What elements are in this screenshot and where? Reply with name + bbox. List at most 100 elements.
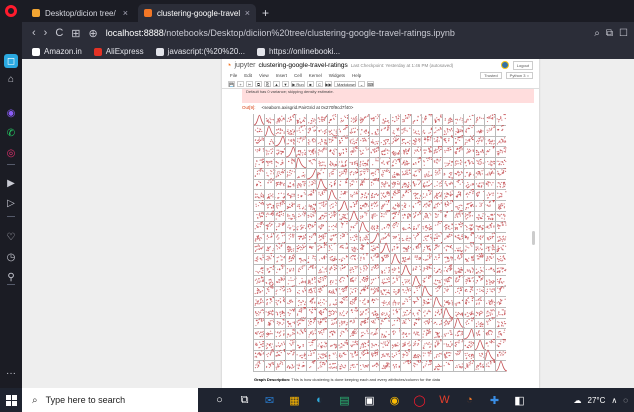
scatter-point: [447, 235, 449, 237]
tab-clustering-notebook[interactable]: clustering-google-travel-ra ×: [138, 4, 256, 22]
scatter-point: [438, 118, 440, 120]
snapshot-icon[interactable]: ⧉: [606, 28, 613, 39]
menu-item-file[interactable]: File: [230, 73, 237, 78]
scatter-point: [290, 249, 292, 251]
scatter-point: [429, 151, 431, 153]
scatter-point: [381, 207, 383, 209]
bookmark-aliexpress[interactable]: AliExpress: [93, 47, 144, 56]
tab-close-icon[interactable]: ×: [245, 8, 250, 18]
scatter-point: [433, 239, 435, 241]
paste-icon[interactable]: ⎘: [264, 81, 271, 87]
jupyter-brand[interactable]: jupyter: [234, 62, 255, 69]
scatter-point: [269, 195, 271, 197]
bookmark-onlinebooking[interactable]: https://onlinebooki...: [256, 47, 340, 56]
move-up-icon[interactable]: ▲: [273, 81, 280, 87]
scatter-point: [460, 147, 462, 149]
bookmark-amazon[interactable]: Amazon.in: [32, 47, 82, 56]
reload-icon[interactable]: C: [55, 27, 63, 39]
move-down-icon[interactable]: ▼: [282, 81, 289, 87]
menu-item-view[interactable]: View: [259, 73, 269, 78]
menu-item-edit[interactable]: Edit: [244, 73, 252, 78]
kernel-indicator[interactable]: Python 3 ○: [505, 72, 533, 79]
speed-dial-icon[interactable]: ⊞: [71, 27, 80, 40]
scatter-point: [492, 194, 494, 196]
heart-icon[interactable]: ♡: [4, 230, 18, 244]
scatter-point: [359, 238, 361, 240]
opera-menu-icon[interactable]: [0, 0, 22, 22]
scatter-point: [467, 217, 469, 219]
menu-item-kernel[interactable]: Kernel: [309, 73, 322, 78]
scatter-point: [286, 175, 288, 177]
scatter-point: [376, 159, 378, 162]
easy-setup-icon[interactable]: ☐: [619, 28, 628, 39]
scatter-point: [322, 224, 324, 226]
scatter-point: [426, 193, 428, 195]
search-icon[interactable]: ⌕: [594, 28, 600, 39]
scatter-point: [333, 243, 335, 245]
scatter-point: [376, 194, 378, 196]
scatter-point: [258, 248, 260, 251]
messenger-icon[interactable]: ◉: [4, 106, 18, 120]
player-icon[interactable]: ▶: [4, 176, 18, 190]
scatter-point: [478, 172, 481, 175]
scatter-point: [455, 205, 457, 207]
scatter-point: [417, 184, 419, 186]
scatter-point: [447, 128, 449, 130]
cell-type-chevron-icon[interactable]: ⌄: [358, 81, 365, 87]
menu-item-cell[interactable]: Cell: [294, 73, 302, 78]
scatter-point: [363, 130, 365, 133]
bookmark-javascript[interactable]: javascript:(%20%20...: [155, 47, 245, 56]
more-icon[interactable]: ···: [4, 366, 18, 380]
trusted-badge[interactable]: Trusted: [480, 72, 502, 79]
restart-icon[interactable]: C: [316, 81, 323, 87]
scatter-point: [444, 129, 446, 132]
notebook-title[interactable]: clustering-google-travel-ratings: [258, 62, 347, 69]
restart-run-all-icon[interactable]: ▶▶: [325, 81, 332, 87]
scatter-point: [500, 119, 502, 121]
tab-desktop-dicion-tree[interactable]: Desktop/dicion tree/ ×: [26, 4, 134, 22]
scatter-point: [428, 185, 430, 187]
scatter-point: [375, 214, 378, 217]
scatter-point: [296, 130, 298, 132]
run-button[interactable]: ▶ Run: [291, 81, 305, 87]
logout-button[interactable]: Logout: [512, 60, 533, 70]
forward-icon[interactable]: ›: [44, 27, 48, 39]
scatter-point: [424, 117, 426, 119]
scatter-point: [281, 199, 283, 201]
send-icon[interactable]: ▷: [4, 196, 18, 210]
scatter-point: [280, 132, 282, 134]
instagram-icon[interactable]: ◎: [4, 146, 18, 160]
scatter-point: [268, 117, 271, 119]
scatter-point: [426, 214, 429, 217]
interrupt-icon[interactable]: ■: [307, 81, 314, 87]
scatter-point: [321, 191, 323, 193]
save-icon[interactable]: 💾: [228, 81, 235, 87]
copy-icon[interactable]: ⧉: [255, 81, 262, 87]
site-info-icon[interactable]: ⊕: [89, 27, 98, 40]
scatter-point: [418, 133, 420, 135]
whatsapp-icon[interactable]: ✆: [4, 126, 18, 140]
scatter-point: [354, 130, 356, 133]
url-field[interactable]: localhost:8888/notebooks/Desktop/diciion…: [106, 28, 455, 38]
back-icon[interactable]: ‹: [32, 27, 36, 39]
history-icon[interactable]: ◷: [4, 250, 18, 264]
scatter-point: [427, 217, 430, 219]
scatter-point: [340, 121, 342, 123]
cell-type-select[interactable]: Markdown: [334, 81, 356, 87]
menu-item-widgets[interactable]: Widgets: [329, 73, 345, 78]
home-icon[interactable]: ⌂: [4, 72, 18, 86]
new-tab-button[interactable]: +: [262, 4, 269, 22]
scatter-point: [332, 164, 334, 166]
insert-cell-icon[interactable]: +: [237, 81, 244, 87]
scatter-point: [392, 164, 394, 167]
menu-item-insert[interactable]: Insert: [276, 73, 287, 78]
scatter-point: [308, 160, 310, 162]
scatter-point: [407, 150, 410, 153]
workspace-icon[interactable]: ◻: [4, 54, 18, 68]
scatter-point: [260, 202, 262, 204]
keyboard-icon[interactable]: ⌨: [367, 81, 374, 87]
cut-icon[interactable]: ✂: [246, 81, 253, 87]
tab-close-icon[interactable]: ×: [123, 8, 128, 18]
menu-item-help[interactable]: Help: [352, 73, 361, 78]
pin-icon[interactable]: ⚲: [4, 270, 18, 284]
